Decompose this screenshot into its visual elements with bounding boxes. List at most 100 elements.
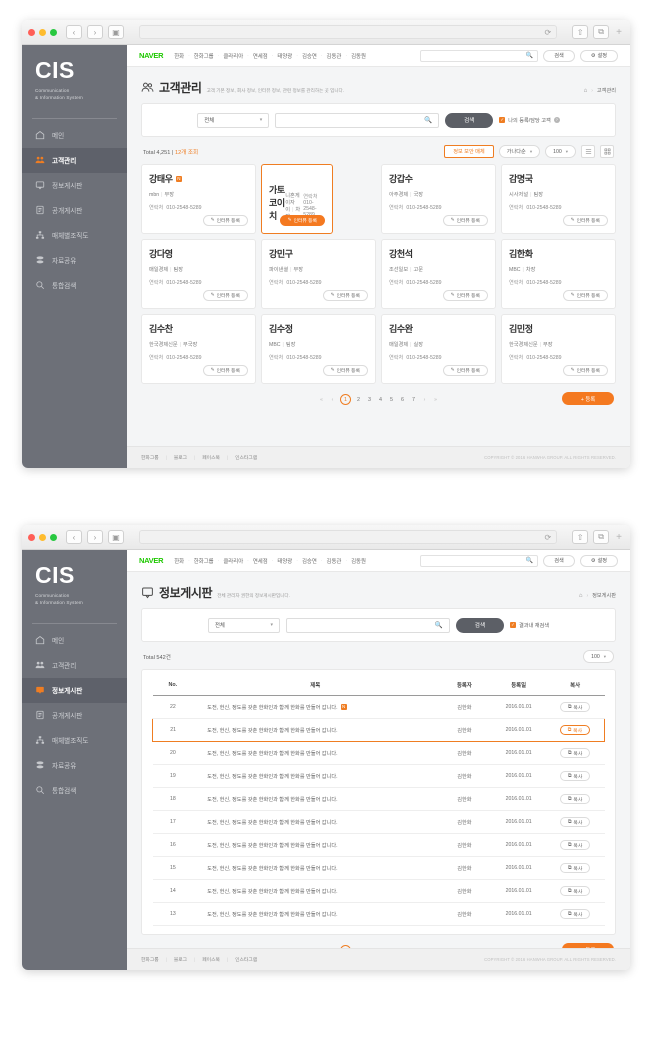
interview-register-button[interactable]: ✎ 인터뷰 등록 [442,290,488,301]
customer-card[interactable]: 김한화 MBC | 차장 연락처 010-2548-5289 ✎ 인터뷰 등록 [501,239,616,309]
home-icon[interactable]: ⌂ [579,593,583,599]
page-last-button[interactable]: » [432,397,439,403]
column-header-title[interactable]: 제목 [193,674,438,696]
interview-register-button[interactable]: ✎ 인터뷰 등록 [202,215,248,226]
page-size-select[interactable]: 100 ▾ [583,650,614,663]
top-nav-link[interactable]: 김동관 [327,557,342,565]
table-row[interactable]: 17 도전, 헌신, 정도를 갖춘 한화인과 함께 한화를 만들어 갑니다. 김… [152,810,605,834]
cell-title[interactable]: 도전, 헌신, 정도를 갖춘 한화인과 함께 한화를 만들어 갑니다. [193,833,438,857]
reload-icon[interactable]: ⟳ [544,28,551,37]
table-row[interactable]: 16 도전, 헌신, 정도를 갖춘 한화인과 함께 한화를 만들어 갑니다. 김… [152,833,605,857]
copy-button[interactable]: ⧉ 복사 [559,771,591,781]
research-in-results-checkbox[interactable]: ✓ 결과내 재검색 [509,622,549,629]
search-category-select[interactable]: 전체 ▾ [207,617,280,633]
register-button[interactable]: + 등록 [562,392,614,405]
interview-register-button[interactable]: ✎ 인터뷰 등록 [562,365,608,376]
top-nav-link[interactable]: 김동원 [351,557,366,565]
page-last-button[interactable]: » [432,948,439,949]
interview-register-button[interactable]: ✎ 인터뷰 등록 [322,290,368,301]
top-nav-link[interactable]: 한화 [174,557,184,565]
top-nav-link[interactable]: 한화 [174,52,184,60]
sidebar-item-infoboard[interactable]: 정보게시판 [22,677,127,703]
interview-register-button[interactable]: ✎ 인터뷰 등록 [562,290,608,301]
window-traffic-lights[interactable] [28,28,57,36]
cell-title[interactable]: 도전, 헌신, 정도를 갖춘 한화인과 함께 한화를 만들어 갑니다. N [193,695,438,719]
customer-card[interactable]: 강천석 조선일보 | 고문 연락처 010-2548-5289 ✎ 인터뷰 등록 [381,239,496,309]
footer-link[interactable]: 인스타그램 [235,454,257,461]
reload-icon[interactable]: ⟳ [544,533,551,542]
interview-register-button[interactable]: ✎ 인터뷰 등록 [279,215,325,226]
page-button-current[interactable]: 1 [340,945,351,948]
page-button[interactable]: 4 [377,397,384,403]
footer-link[interactable]: 페이스북 [202,454,220,461]
forward-icon[interactable]: › [87,25,103,39]
customer-card[interactable]: 김수정 MBC | 팀장 연락처 010-2548-5289 ✎ 인터뷰 등록 [261,314,376,384]
footer-link[interactable]: 인스타그램 [235,956,257,963]
search-button[interactable]: 검색 [445,112,494,128]
home-icon[interactable]: ⌂ [584,88,588,94]
page-button[interactable]: 3 [366,397,373,403]
table-row[interactable]: 18 도전, 헌신, 정도를 갖춘 한화인과 함께 한화를 만들어 갑니다. 김… [152,787,605,811]
sidebar-item-publicboard[interactable]: 공개게시판 [22,198,127,223]
cell-title[interactable]: 도전, 헌신, 정도를 갖춘 한화인과 함께 한화를 만들어 갑니다. [193,856,438,880]
page-button[interactable]: 7 [410,397,417,403]
table-row[interactable]: 22 도전, 헌신, 정도를 갖춘 한화인과 함께 한화를 만들어 갑니다. N … [152,695,605,719]
close-window-button[interactable] [28,533,35,541]
customer-card[interactable]: 김수완 매일경제 | 실장 연락처 010-2548-5289 ✎ 인터뷰 등록 [381,314,496,384]
column-header-author[interactable]: 등록자 [437,674,492,696]
copy-button[interactable]: ⧉ 복사 [559,748,591,758]
sidebar-item-orgchart[interactable]: 매체별조직도 [22,223,127,248]
interview-register-button[interactable]: ✎ 인터뷰 등록 [442,215,488,226]
top-nav-link[interactable]: 김승연 [302,52,317,60]
footer-link[interactable]: 블로그 [174,956,187,963]
page-button-current[interactable]: 1 [340,394,351,405]
customer-card[interactable]: 강민구 파이낸셜 | 부장 연락처 010-2548-5289 ✎ 인터뷰 등록 [261,239,376,309]
brand-logo[interactable]: CIS Communication & Information System [22,45,127,112]
address-bar[interactable]: ⟳ [139,25,558,39]
search-category-select[interactable]: 전체 ▾ [197,112,270,128]
customer-card[interactable]: 김수찬 한국경제신문 | 부국장 연락처 010-2548-5289 ✎ 인터뷰 등록 [141,314,256,384]
top-nav-link[interactable]: 연세점 [253,557,268,565]
copy-button[interactable]: ⧉ 복사 [559,863,591,873]
copy-button[interactable]: ⧉ 복사 [559,725,590,735]
grid-view-button[interactable] [600,145,614,158]
footer-link[interactable]: 한화그룹 [141,454,159,461]
table-row[interactable]: 13 도전, 헌신, 정도를 갖춘 한화인과 함께 한화를 만들어 갑니다. 김… [152,902,605,926]
top-nav-link[interactable]: 태양광 [277,52,292,60]
page-prev-button[interactable]: ‹ [329,948,336,949]
sidebar-item-customers[interactable]: 고객관리 [22,147,127,173]
sidebar-item-fileshare[interactable]: 자료공유 [22,753,127,778]
copy-button[interactable]: ⧉ 복사 [559,702,591,712]
page-size-select[interactable]: 100 ▾ [545,145,576,158]
interview-register-button[interactable]: ✎ 인터뷰 등록 [202,365,248,376]
sidebar-toggle-icon[interactable]: ▣ [108,25,124,39]
customer-card[interactable]: 김민정 한국경제신문 | 부장 연락처 010-2548-5289 ✎ 인터뷰 등록 [501,314,616,384]
table-row[interactable]: 21 도전, 헌신, 정도를 갖춘 한화인과 함께 한화를 만들어 갑니다. 김… [152,718,605,742]
sidebar-item-infoboard[interactable]: 정보게시판 [22,173,127,198]
back-icon[interactable]: ‹ [66,530,82,544]
footer-link[interactable]: 블로그 [174,454,187,461]
page-button[interactable]: 4 [377,948,384,949]
cell-title[interactable]: 도전, 헌신, 정도를 갖춘 한화인과 함께 한화를 만들어 갑니다. [193,879,438,903]
customer-card[interactable]: 가토코이치 니혼게이자이|차장 연락처010-2548-5289 ✎인터뷰 등록 [261,164,333,234]
page-first-button[interactable]: « [318,397,325,403]
top-nav-link[interactable]: 한화그룹 [194,52,214,60]
top-nav-link[interactable]: 한화그룹 [194,557,214,565]
help-icon[interactable]: ? [553,117,560,123]
page-button[interactable]: 2 [355,948,362,949]
customer-card[interactable]: 강다영 매일경제 | 팀장 연락처 010-2548-5289 ✎ 인터뷰 등록 [141,239,256,309]
footer-link[interactable]: 페이스북 [202,956,220,963]
table-row[interactable]: 14 도전, 헌신, 정도를 갖춘 한화인과 함께 한화를 만들어 갑니다. 김… [152,879,605,903]
table-row[interactable]: 20 도전, 헌신, 정도를 갖춘 한화인과 함께 한화를 만들어 갑니다. 김… [152,741,605,765]
share-icon[interactable]: ⇧ [572,25,589,39]
page-button[interactable]: 6 [399,397,406,403]
interview-register-button[interactable]: ✎ 인터뷰 등록 [202,290,248,301]
new-tab-icon[interactable]: + [614,27,624,38]
copy-button[interactable]: ⧉ 복사 [559,817,591,827]
settings-button[interactable]: ⚙ 설정 [579,554,618,567]
maximize-window-button[interactable] [50,28,57,36]
top-nav-link[interactable]: 김승연 [302,557,317,565]
share-icon[interactable]: ⇧ [572,530,589,544]
cell-title[interactable]: 도전, 헌신, 정도를 갖춘 한화인과 함께 한화를 만들어 갑니다. [193,787,438,811]
forward-icon[interactable]: › [87,530,103,544]
